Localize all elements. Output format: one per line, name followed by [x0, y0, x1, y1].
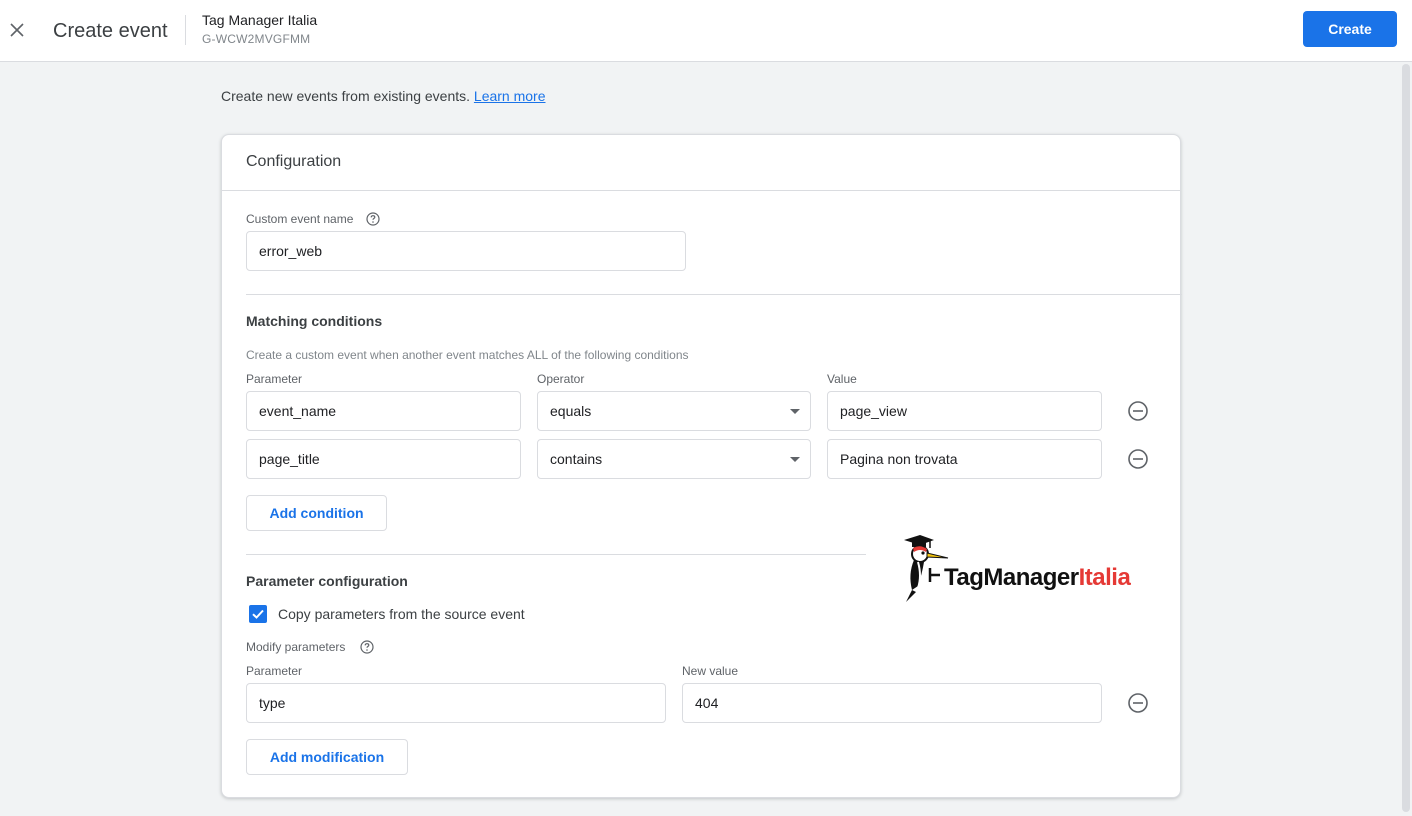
configuration-title: Configuration — [246, 153, 342, 170]
intro-text: Create new events from existing events. … — [221, 88, 546, 104]
section-divider — [246, 554, 866, 555]
matching-conditions-hint: Create a custom event when another event… — [246, 348, 689, 362]
checkmark-icon — [252, 609, 264, 619]
condition-2-parameter-input[interactable] — [246, 439, 521, 479]
condition-1-value-input[interactable] — [827, 391, 1102, 431]
modification-1-new-value-input[interactable] — [682, 683, 1102, 723]
close-icon — [10, 23, 24, 37]
parameter-header: Parameter — [246, 372, 303, 386]
section-divider — [246, 294, 1182, 295]
create-button[interactable]: Create — [1303, 11, 1397, 47]
condition-1-operator-value: equals — [550, 403, 592, 419]
add-condition-button[interactable]: Add condition — [246, 495, 387, 531]
value-header: Value — [827, 372, 857, 386]
configuration-card: Configuration Custom event name Matching… — [221, 134, 1182, 798]
learn-more-link[interactable]: Learn more — [474, 88, 546, 104]
parameter-configuration-title: Parameter configuration — [246, 573, 408, 589]
property-name: Tag Manager Italia — [202, 12, 318, 28]
scrollbar-thumb[interactable] — [1402, 64, 1410, 812]
property-id: G-WCW2MVGFMM — [202, 32, 311, 46]
intro-description: Create new events from existing events. — [221, 88, 471, 104]
logo-wordmark: TagManagerItalia — [944, 564, 1131, 592]
custom-event-name-input[interactable] — [246, 231, 686, 271]
close-button[interactable] — [4, 17, 30, 43]
copy-parameters-label: Copy parameters from the source event — [278, 606, 525, 622]
condition-1-parameter-input[interactable] — [246, 391, 521, 431]
top-app-bar: Create event Tag Manager Italia G-WCW2MV… — [0, 0, 1412, 62]
operator-header: Operator — [537, 372, 585, 386]
condition-1-operator-select[interactable]: equals — [537, 391, 811, 431]
header-divider — [185, 15, 186, 45]
logo-wordmark-part2: Italia — [1078, 564, 1131, 591]
custom-event-name-label: Custom event name — [246, 212, 354, 226]
remove-modification-1-icon[interactable] — [1127, 692, 1149, 714]
modify-parameters-label: Modify parameters — [246, 640, 346, 654]
matching-conditions-title: Matching conditions — [246, 313, 383, 329]
copy-parameters-checkbox[interactable] — [249, 605, 267, 623]
remove-condition-2-icon[interactable] — [1127, 448, 1149, 470]
tag-manager-italia-logo: TagManagerItalia — [896, 534, 1156, 606]
condition-2-operator-select[interactable]: contains — [537, 439, 811, 479]
dropdown-arrow-icon — [790, 409, 800, 414]
remove-condition-1-icon[interactable] — [1127, 400, 1149, 422]
page-title: Create event — [53, 20, 168, 42]
dropdown-arrow-icon — [790, 457, 800, 462]
add-modification-button[interactable]: Add modification — [246, 739, 408, 775]
condition-2-operator-value: contains — [550, 451, 603, 467]
modification-1-parameter-input[interactable] — [246, 683, 666, 723]
modification-parameter-header: Parameter — [246, 664, 303, 678]
help-icon[interactable] — [360, 640, 374, 654]
logo-wordmark-part1: TagManager — [944, 564, 1079, 591]
help-icon[interactable] — [366, 212, 380, 226]
condition-2-value-input[interactable] — [827, 439, 1102, 479]
new-value-header: New value — [682, 664, 739, 678]
card-header-divider — [222, 190, 1180, 191]
